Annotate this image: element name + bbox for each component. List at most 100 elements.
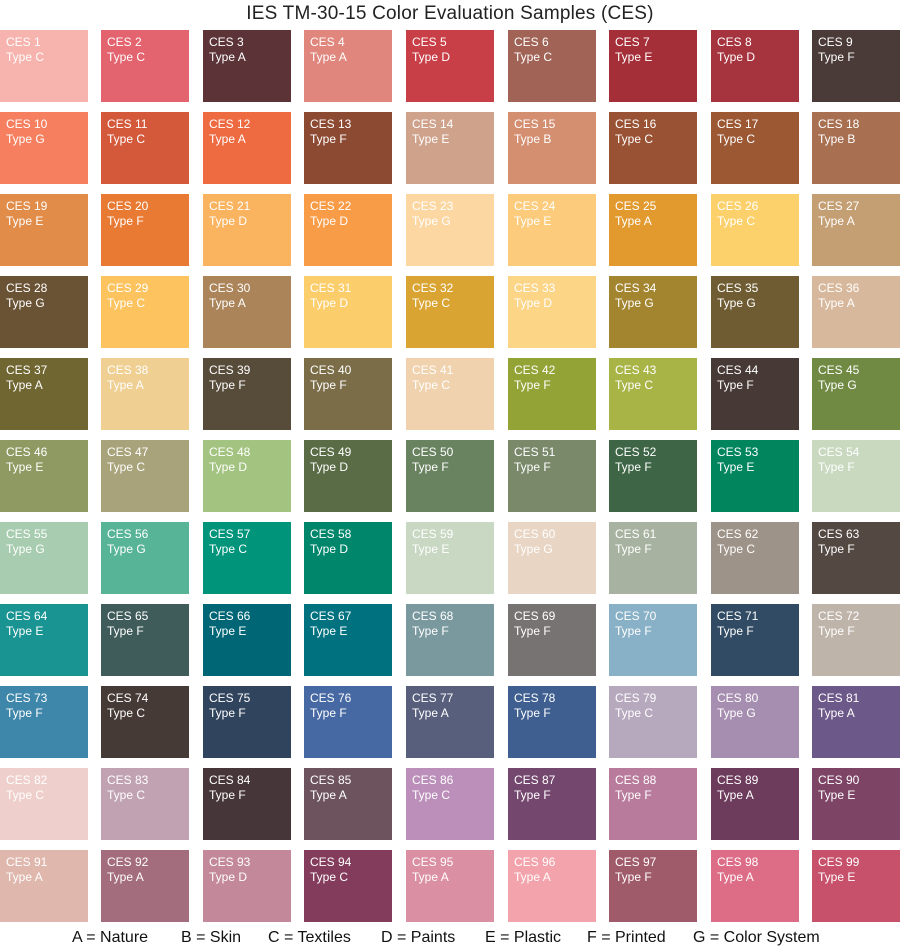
color-swatch: CES 17 Type C [711,112,799,184]
swatch-type-label: Type A [412,870,449,884]
color-swatch: CES 99 Type E [812,850,900,922]
color-swatch: CES 63 Type F [812,522,900,594]
swatch-type-label: Type C [717,542,756,556]
swatch-id-label: CES 66 [209,609,251,623]
swatch-type-label: Type A [615,214,652,228]
swatch-id-label: CES 59 [412,527,454,541]
color-swatch: CES 52 Type F [609,440,697,512]
color-swatch: CES 36 Type A [812,276,900,348]
color-swatch: CES 26 Type C [711,194,799,266]
color-swatch: CES 93 Type D [203,850,291,922]
swatch-type-label: Type C [717,214,756,228]
color-swatch: CES 1 Type C [0,30,88,102]
color-swatch: CES 66 Type E [203,604,291,676]
swatch-type-label: Type C [209,542,248,556]
color-swatch: CES 48 Type D [203,440,291,512]
swatch-id-label: CES 73 [6,691,48,705]
swatch-id-label: CES 60 [514,527,556,541]
swatch-id-label: CES 2 [107,35,142,49]
swatch-id-label: CES 16 [615,117,657,131]
swatch-id-label: CES 42 [514,363,556,377]
swatch-type-label: Type G [615,296,654,310]
swatch-type-label: Type G [717,706,756,720]
swatch-id-label: CES 76 [310,691,352,705]
color-swatch: CES 37 Type A [0,358,88,430]
color-swatch: CES 10 Type G [0,112,88,184]
color-swatch: CES 74 Type C [101,686,189,758]
color-swatch: CES 35 Type G [711,276,799,348]
color-swatch: CES 2 Type C [101,30,189,102]
color-swatch: CES 20 Type F [101,194,189,266]
swatch-id-label: CES 53 [717,445,759,459]
color-swatch: CES 30 Type A [203,276,291,348]
color-swatch: CES 18 Type B [812,112,900,184]
legend-item-textiles: C = Textiles [268,929,351,946]
swatch-type-label: Type F [310,132,347,146]
swatch-id-label: CES 6 [514,35,549,49]
swatch-type-label: Type C [615,706,654,720]
color-swatch: CES 38 Type A [101,358,189,430]
swatch-id-label: CES 74 [107,691,149,705]
swatch-id-label: CES 62 [717,527,759,541]
color-swatch: CES 42 Type F [508,358,596,430]
swatch-id-label: CES 32 [412,281,454,295]
swatch-id-label: CES 89 [717,773,759,787]
swatch-id-label: CES 55 [6,527,48,541]
swatch-type-label: Type B [818,132,856,146]
swatch-type-label: Type D [310,296,349,310]
color-swatch: CES 80 Type G [711,686,799,758]
color-swatch: CES 87 Type F [508,768,596,840]
swatch-type-label: Type F [107,624,144,638]
swatch-type-label: Type B [514,132,552,146]
color-swatch: CES 61 Type F [609,522,697,594]
swatch-id-label: CES 56 [107,527,149,541]
swatch-type-label: Type E [514,214,552,228]
color-swatch: CES 25 Type A [609,194,697,266]
swatch-id-label: CES 51 [514,445,556,459]
type-legend: A = Nature B = Skin C = Textiles D = Pai… [0,929,900,951]
swatch-id-label: CES 33 [514,281,556,295]
swatch-id-label: CES 36 [818,281,860,295]
color-swatch: CES 58 Type D [304,522,392,594]
swatch-type-label: Type C [107,50,146,64]
swatch-id-label: CES 40 [310,363,352,377]
page-title: IES TM-30-15 Color Evaluation Samples (C… [246,3,654,24]
color-swatch: CES 88 Type F [609,768,697,840]
swatch-id-label: CES 86 [412,773,454,787]
swatch-type-label: Type D [310,542,349,556]
swatch-type-label: Type A [717,870,754,884]
color-swatch: CES 50 Type F [406,440,494,512]
swatch-id-label: CES 98 [717,855,759,869]
swatch-type-label: Type F [209,706,246,720]
color-swatch: CES 39 Type F [203,358,291,430]
swatch-type-label: Type E [209,624,247,638]
color-swatch: CES 21 Type D [203,194,291,266]
swatch-id-label: CES 72 [818,609,860,623]
color-swatch: CES 86 Type C [406,768,494,840]
color-swatch: CES 91 Type A [0,850,88,922]
swatch-id-label: CES 57 [209,527,251,541]
swatch-type-label: Type E [818,788,856,802]
swatch-type-label: Type D [310,460,349,474]
color-swatch: CES 76 Type F [304,686,392,758]
swatch-id-label: CES 68 [412,609,454,623]
swatch-type-label: Type D [209,870,248,884]
swatch-type-label: Type F [615,788,652,802]
swatch-type-label: Type C [514,50,553,64]
color-swatch: CES 94 Type C [304,850,392,922]
legend-item-nature: A = Nature [72,929,149,946]
swatch-id-label: CES 84 [209,773,251,787]
color-swatch: CES 81 Type A [812,686,900,758]
color-swatch: CES 70 Type F [609,604,697,676]
swatch-type-label: Type A [6,378,43,392]
swatch-type-label: Type A [818,706,855,720]
swatch-type-label: Type F [310,378,347,392]
swatch-type-label: Type F [412,460,449,474]
color-swatch: CES 82 Type C [0,768,88,840]
swatch-id-label: CES 31 [310,281,352,295]
swatch-type-label: Type C [310,870,349,884]
color-swatch: CES 55 Type G [0,522,88,594]
swatch-type-label: Type G [6,542,45,556]
swatch-id-label: CES 96 [514,855,556,869]
color-swatch: CES 45 Type G [812,358,900,430]
